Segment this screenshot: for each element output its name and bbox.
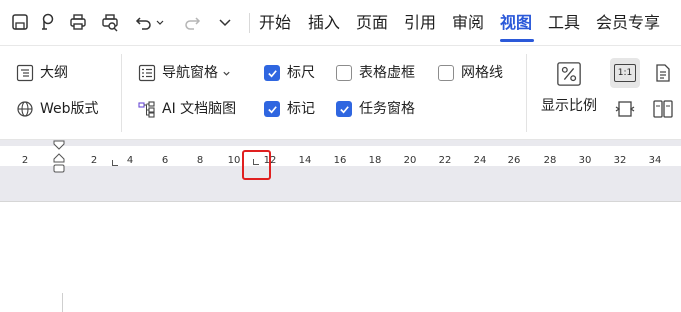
undo-dropdown-icon[interactable] (153, 10, 167, 34)
ribbon-view: 大纲 Web版式 导航窗格 AI 文档脑图 标尺 标记 表格虚框 任务窗格 网格… (0, 46, 681, 140)
ruler-number: 26 (507, 155, 521, 166)
ruler-number: 2 (90, 155, 98, 166)
ruler-number: 32 (613, 155, 627, 166)
one-to-one-button[interactable]: 1:1 (610, 58, 640, 88)
table-gridlines-checkbox[interactable]: 表格虚框 (336, 63, 415, 83)
toolbar-divider (249, 13, 250, 33)
tab-tools[interactable]: 工具 (548, 12, 580, 34)
zoom-button[interactable]: 显示比例 (541, 60, 597, 115)
ruler-number: 30 (578, 155, 592, 166)
globe-icon (16, 100, 34, 118)
page-width-icon[interactable] (648, 58, 678, 88)
percent-icon (555, 60, 583, 88)
zoom-label: 显示比例 (541, 98, 597, 114)
ruler-number: 16 (333, 155, 347, 166)
mindmap-icon (138, 100, 156, 118)
ruler-number: 18 (368, 155, 382, 166)
document-page[interactable] (0, 203, 681, 312)
fit-page-icon[interactable] (610, 94, 640, 124)
save-icon[interactable] (8, 10, 32, 34)
print-preview-icon[interactable] (98, 10, 122, 34)
ai-mindmap-button[interactable]: AI 文档脑图 (138, 99, 236, 119)
active-tab-indicator (500, 39, 534, 42)
checkbox-unchecked-icon[interactable] (336, 65, 352, 81)
ruler-number: 34 (648, 155, 662, 166)
marks-checkbox[interactable]: 标记 (264, 99, 315, 119)
nav-pane-dropdown-icon[interactable] (222, 69, 231, 78)
ruler-number: 4 (126, 155, 134, 166)
ribbon-divider (526, 54, 527, 132)
checkbox-checked-icon[interactable] (264, 101, 280, 117)
ruler-number: 6 (161, 155, 169, 166)
ruler-number: 2 (21, 155, 29, 166)
print-icon[interactable] (66, 10, 90, 34)
tab-stop-highlight (242, 150, 271, 180)
ruler-label: 标尺 (287, 65, 315, 81)
ruler-number: 20 (403, 155, 417, 166)
nav-pane-icon (138, 64, 156, 82)
ruler-number: 24 (473, 155, 487, 166)
marks-label: 标记 (287, 101, 315, 117)
outline-button[interactable]: 大纲 (16, 63, 68, 83)
ai-mindmap-label: AI 文档脑图 (162, 101, 237, 117)
ruler-number: 28 (543, 155, 557, 166)
one-to-one-icon: 1:1 (614, 64, 636, 82)
gridlines-label: 网格线 (461, 65, 503, 81)
table-gridlines-label: 表格虚框 (359, 65, 415, 81)
horizontal-ruler[interactable]: 2 2 4 6 8 10 12 14 16 18 20 22 24 26 28 … (0, 146, 681, 166)
tab-insert[interactable]: 插入 (308, 12, 340, 34)
tab-page[interactable]: 页面 (356, 12, 388, 34)
checkbox-checked-icon[interactable] (336, 101, 352, 117)
tab-member[interactable]: 会员专享 (596, 12, 660, 34)
checkbox-unchecked-icon[interactable] (438, 65, 454, 81)
multi-page-icon[interactable] (648, 94, 678, 124)
tab-view[interactable]: 视图 (500, 12, 532, 34)
nav-pane-button[interactable]: 导航窗格 (138, 63, 231, 83)
tab-stop-marker[interactable] (112, 160, 118, 166)
task-pane-label: 任务窗格 (359, 101, 415, 117)
nav-pane-label: 导航窗格 (162, 65, 218, 81)
ruler-checkbox[interactable]: 标尺 (264, 63, 315, 83)
outline-icon (16, 64, 34, 82)
ruler-number: 8 (196, 155, 204, 166)
ruler-number: 14 (298, 155, 312, 166)
task-pane-checkbox[interactable]: 任务窗格 (336, 99, 415, 119)
redo-icon[interactable] (180, 10, 204, 34)
top-toolbar: 开始 插入 页面 引用 审阅 视图 工具 会员专享 (0, 0, 681, 46)
ruler-area: 2 2 4 6 8 10 12 14 16 18 20 22 24 26 28 … (0, 140, 681, 202)
first-line-indent-marker[interactable] (52, 140, 66, 174)
more-chevron-icon[interactable] (213, 10, 237, 34)
web-layout-button[interactable]: Web版式 (16, 99, 99, 119)
tab-reference[interactable]: 引用 (404, 12, 436, 34)
format-painter-icon[interactable] (35, 10, 59, 34)
tab-review[interactable]: 审阅 (452, 12, 484, 34)
web-layout-label: Web版式 (40, 101, 99, 117)
margin-corner-mark (62, 293, 63, 312)
ribbon-divider (121, 54, 122, 132)
ruler-number: 10 (227, 155, 241, 166)
outline-label: 大纲 (40, 65, 68, 81)
gridlines-checkbox[interactable]: 网格线 (438, 63, 503, 83)
tab-start[interactable]: 开始 (259, 12, 291, 34)
checkbox-checked-icon[interactable] (264, 65, 280, 81)
ruler-number: 22 (438, 155, 452, 166)
